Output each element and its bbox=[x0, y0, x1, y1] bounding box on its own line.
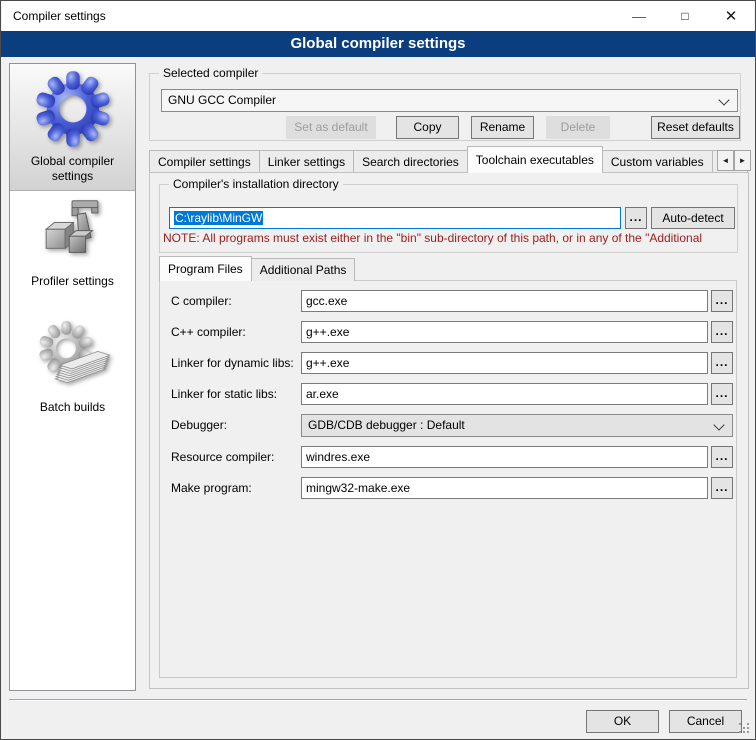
tab-linker-settings[interactable]: Linker settings bbox=[259, 150, 354, 173]
static-linker-input[interactable]: ar.exe bbox=[301, 383, 708, 405]
page-title: Global compiler settings bbox=[1, 31, 755, 57]
chevron-down-icon bbox=[713, 419, 724, 430]
settings-category-list: Global compiler settings bbox=[9, 63, 136, 691]
resource-compiler-label: Resource compiler: bbox=[171, 446, 274, 468]
tab-scroll-right-button[interactable]: ► bbox=[734, 150, 751, 171]
resize-grip-icon[interactable] bbox=[739, 723, 741, 725]
debugger-select[interactable]: GDB/CDB debugger : Default bbox=[301, 414, 733, 437]
arrow-right-icon: ► bbox=[739, 156, 747, 165]
tab-scroll-left-button[interactable]: ◄ bbox=[717, 150, 734, 171]
grey-gear-stack-icon bbox=[34, 318, 110, 394]
compiler-settings-dialog: Compiler settings — □ ✕ Global compiler … bbox=[0, 0, 756, 740]
installation-directory-input[interactable]: C:\raylib\MinGW bbox=[169, 207, 621, 229]
browse-button[interactable]: ... bbox=[711, 290, 733, 312]
compiler-select-value: GNU GCC Compiler bbox=[168, 93, 276, 107]
minimize-icon: — bbox=[632, 8, 646, 24]
close-button[interactable]: ✕ bbox=[708, 1, 754, 31]
chevron-down-icon bbox=[718, 94, 729, 105]
tab-additional-paths[interactable]: Additional Paths bbox=[251, 258, 356, 281]
cpp-compiler-label: C++ compiler: bbox=[171, 321, 246, 343]
rename-button[interactable]: Rename bbox=[471, 116, 534, 139]
tab-program-files[interactable]: Program Files bbox=[159, 256, 252, 281]
reset-defaults-button[interactable]: Reset defaults bbox=[651, 116, 740, 139]
debugger-value: GDB/CDB debugger : Default bbox=[308, 418, 465, 432]
browse-button[interactable]: ... bbox=[711, 446, 733, 468]
make-program-input[interactable]: mingw32-make.exe bbox=[301, 477, 708, 499]
arrow-left-icon: ◄ bbox=[722, 156, 730, 165]
ok-button[interactable]: OK bbox=[586, 710, 659, 733]
debugger-label: Debugger: bbox=[171, 414, 227, 436]
browse-button[interactable]: ... bbox=[711, 477, 733, 499]
title-bar: Compiler settings — □ ✕ bbox=[2, 1, 754, 31]
program-files-tabbar: Program Files Additional Paths bbox=[159, 256, 354, 281]
dynamic-linker-label: Linker for dynamic libs: bbox=[171, 352, 294, 374]
resource-compiler-value: windres.exe bbox=[306, 450, 370, 464]
c-compiler-value: gcc.exe bbox=[306, 294, 347, 308]
selected-compiler-legend: Selected compiler bbox=[159, 66, 262, 81]
cancel-button[interactable]: Cancel bbox=[669, 710, 742, 733]
c-compiler-input[interactable]: gcc.exe bbox=[301, 290, 708, 312]
cpp-compiler-input[interactable]: g++.exe bbox=[301, 321, 708, 343]
tab-compiler-settings[interactable]: Compiler settings bbox=[149, 150, 260, 173]
main-tabbar: Compiler settings Linker settings Search… bbox=[149, 146, 747, 173]
resource-compiler-input[interactable]: windres.exe bbox=[301, 446, 708, 468]
sidebar-item-global-compiler-settings[interactable]: Global compiler settings bbox=[10, 64, 135, 191]
maximize-button[interactable]: □ bbox=[662, 1, 708, 31]
sidebar-item-profiler-settings[interactable]: Profiler settings bbox=[10, 192, 135, 302]
close-icon: ✕ bbox=[725, 7, 738, 25]
browse-directory-button[interactable]: ... bbox=[625, 207, 647, 229]
browse-button[interactable]: ... bbox=[711, 383, 733, 405]
dynamic-linker-input[interactable]: g++.exe bbox=[301, 352, 708, 374]
bin-subdirectory-note: NOTE: All programs must exist either in … bbox=[163, 231, 735, 245]
blue-gear-icon bbox=[31, 67, 115, 151]
maximize-icon: □ bbox=[681, 9, 688, 23]
sidebar-item-batch-builds[interactable]: Batch builds bbox=[10, 312, 135, 424]
static-linker-label: Linker for static libs: bbox=[171, 383, 277, 405]
installation-directory-legend: Compiler's installation directory bbox=[169, 177, 343, 192]
tab-custom-variables[interactable]: Custom variables bbox=[602, 150, 713, 173]
c-compiler-label: C compiler: bbox=[171, 290, 232, 312]
copy-button[interactable]: Copy bbox=[396, 116, 459, 139]
auto-detect-button[interactable]: Auto-detect bbox=[651, 207, 735, 229]
sidebar-item-label: Batch builds bbox=[10, 400, 135, 415]
footer-divider-highlight bbox=[9, 700, 747, 701]
static-linker-value: ar.exe bbox=[306, 387, 339, 401]
sidebar-item-label: Global compiler settings bbox=[10, 154, 135, 184]
window-controls: — □ ✕ bbox=[616, 1, 754, 31]
tab-search-directories[interactable]: Search directories bbox=[353, 150, 468, 173]
browse-button[interactable]: ... bbox=[711, 352, 733, 374]
make-program-label: Make program: bbox=[171, 477, 252, 499]
set-as-default-button[interactable]: Set as default bbox=[286, 116, 376, 139]
cpp-compiler-value: g++.exe bbox=[306, 325, 349, 339]
browse-button[interactable]: ... bbox=[711, 321, 733, 343]
installation-directory-value: C:\raylib\MinGW bbox=[174, 211, 263, 225]
delete-button[interactable]: Delete bbox=[546, 116, 610, 139]
sidebar-item-label: Profiler settings bbox=[10, 274, 135, 289]
make-program-value: mingw32-make.exe bbox=[306, 481, 410, 495]
minimize-button[interactable]: — bbox=[616, 1, 662, 31]
compiler-select[interactable]: GNU GCC Compiler bbox=[161, 89, 738, 112]
window-title: Compiler settings bbox=[13, 1, 106, 31]
tab-toolchain-executables[interactable]: Toolchain executables bbox=[467, 146, 603, 173]
caliper-cubes-icon bbox=[38, 198, 106, 266]
dynamic-linker-value: g++.exe bbox=[306, 356, 349, 370]
